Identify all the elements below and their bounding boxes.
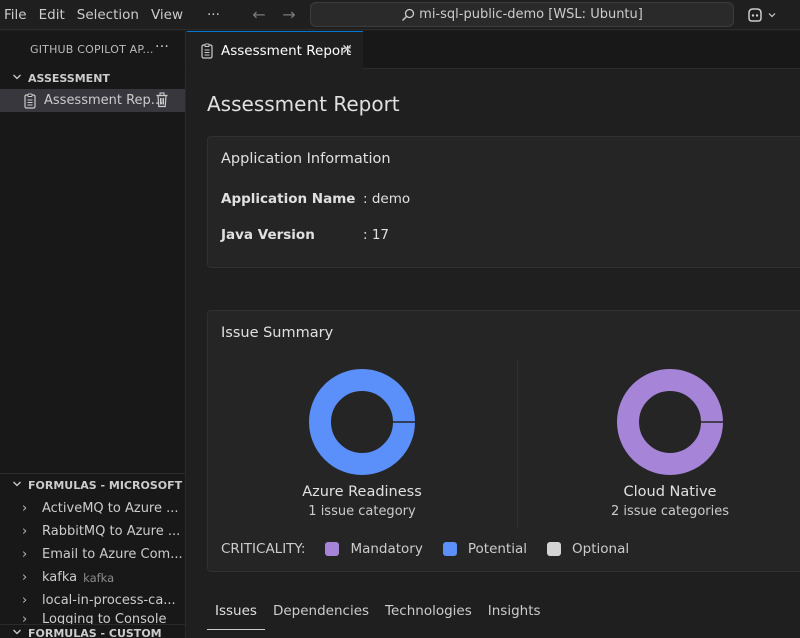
report-icon: [201, 43, 213, 59]
tree-item-label: Logging to Console: [42, 612, 167, 624]
card-title: Issue Summary: [221, 325, 334, 341]
close-icon[interactable]: ✕: [341, 42, 353, 58]
section-title: FORMULAS - CUSTOM: [28, 627, 162, 638]
forward-arrow-icon[interactable]: →: [274, 0, 304, 30]
copilot-menu-button[interactable]: [746, 4, 777, 26]
tree-item-kafka[interactable]: › kafka kafka: [0, 566, 186, 589]
tree-item-label: kafka: [42, 570, 78, 585]
tree-item-label: Email to Azure Com...: [42, 547, 183, 562]
cloud-native-donut[interactable]: [617, 369, 723, 475]
legend-swatch: [547, 542, 562, 556]
menu-view[interactable]: View: [145, 0, 189, 30]
copilot-icon: [748, 8, 762, 22]
donut-ring: [617, 369, 723, 475]
tree-item-label: local-in-process-ca...: [42, 593, 176, 608]
tree-item-logging[interactable]: › Logging to Console: [0, 612, 186, 624]
menu-edit[interactable]: Edit: [33, 0, 71, 30]
section-title: ASSESSMENT: [28, 71, 110, 85]
card-title: Application Information: [221, 151, 391, 167]
info-value: : 17: [363, 227, 390, 243]
legend-swatch: [325, 542, 340, 556]
legend-optional[interactable]: Optional: [547, 541, 629, 557]
chart-subtitle: 1 issue category: [308, 504, 416, 519]
tree-item-local-in-process[interactable]: › local-in-process-ca...: [0, 589, 186, 612]
info-label: Application Name: [221, 191, 356, 207]
chevron-down-icon: [768, 13, 776, 18]
application-info-card: Application Information Application Name…: [207, 136, 800, 268]
chevron-right-icon: ›: [22, 570, 28, 585]
legend-label: Potential: [467, 541, 528, 557]
tab-technologies[interactable]: Technologies: [377, 602, 480, 630]
chevron-right-icon: ›: [22, 524, 28, 539]
chevron-down-icon: [12, 627, 28, 638]
report-view: Assessment Report Application Informatio…: [187, 70, 800, 638]
tab-dependencies[interactable]: Dependencies: [265, 602, 377, 630]
report-icon: [24, 93, 36, 109]
chevron-down-icon: [12, 72, 28, 85]
legend-label: Mandatory: [350, 541, 423, 557]
chart-title: Cloud Native: [623, 484, 717, 500]
tree-item-rabbitmq[interactable]: › RabbitMQ to Azure ...: [0, 520, 186, 543]
criticality-legend: CRITICALITY: Mandatory Potential Optiona…: [221, 541, 629, 557]
section-assessment[interactable]: ASSESSMENT: [0, 67, 185, 89]
tree-item-label: ActiveMQ to Azure ...: [42, 501, 179, 516]
tab-label: Assessment Report: [221, 42, 352, 59]
legend-mandatory[interactable]: Mandatory: [325, 541, 423, 557]
info-label: Java Version: [221, 227, 315, 243]
chevron-right-icon: ›: [22, 612, 28, 624]
search-icon: [402, 8, 415, 21]
tab-assessment-report[interactable]: Assessment Report ✕: [187, 31, 363, 69]
chart-title: Azure Readiness: [302, 484, 422, 500]
section-title: FORMULAS - MICROSOFT: [28, 479, 183, 492]
tree-item-label: RabbitMQ to Azure ...: [42, 524, 181, 539]
issue-summary-card: Issue Summary Azure Readiness 1 issue ca…: [207, 310, 800, 572]
criticality-label: CRITICALITY:: [221, 541, 306, 557]
menu-more-button[interactable]: ···: [201, 0, 226, 30]
title-bar: File Edit Selection View ··· ← → mi-sql-…: [0, 0, 800, 30]
chevron-right-icon: ›: [22, 593, 28, 608]
command-center-search[interactable]: mi-sql-public-demo [WSL: Ubuntu]: [310, 2, 734, 27]
sidebar-more-button[interactable]: ···: [155, 39, 169, 55]
tree-item-description: kafka: [83, 570, 115, 585]
command-center-text: mi-sql-public-demo [WSL: Ubuntu]: [419, 7, 643, 22]
menu-selection[interactable]: Selection: [71, 0, 145, 30]
section-formulas-microsoft[interactable]: FORMULAS - MICROSOFT: [0, 474, 186, 497]
donut-ring: [309, 369, 415, 475]
tab-insights[interactable]: Insights: [480, 602, 549, 630]
legend-label: Optional: [572, 541, 630, 557]
chart-subtitle: 2 issue categories: [610, 504, 730, 519]
chevron-right-icon: ›: [22, 547, 28, 562]
info-value: : demo: [363, 191, 411, 207]
page-title: Assessment Report: [207, 92, 400, 116]
azure-readiness-donut[interactable]: [309, 369, 415, 475]
menu-file[interactable]: File: [0, 0, 33, 30]
trash-icon[interactable]: [155, 92, 169, 108]
sidebar-title: GITHUB COPILOT AP...: [30, 42, 154, 56]
report-tabs: Issues Dependencies Technologies Insight…: [207, 602, 549, 630]
editor-tab-bar: Assessment Report ✕: [187, 31, 800, 69]
back-arrow-icon[interactable]: ←: [244, 0, 274, 30]
sidebar: GITHUB COPILOT AP... ··· ASSESSMENT Asse…: [0, 31, 186, 638]
tree-item-email[interactable]: › Email to Azure Com...: [0, 543, 186, 566]
formulas-panel: FORMULAS - MICROSOFT › ActiveMQ to Azure…: [0, 473, 186, 638]
section-formulas-custom[interactable]: FORMULAS - CUSTOM: [0, 624, 186, 638]
tree-item-assessment-report[interactable]: Assessment Rep...: [0, 89, 185, 112]
sidebar-header: GITHUB COPILOT AP... ···: [0, 31, 185, 67]
legend-potential[interactable]: Potential: [442, 541, 528, 557]
tree-item-activemq[interactable]: › ActiveMQ to Azure ...: [0, 497, 186, 520]
tab-issues[interactable]: Issues: [207, 602, 265, 630]
chart-divider: [517, 359, 518, 529]
tree-item-label: Assessment Rep...: [44, 93, 164, 108]
chevron-down-icon: [12, 479, 28, 492]
chevron-right-icon: ›: [22, 501, 28, 516]
legend-swatch: [442, 542, 457, 556]
